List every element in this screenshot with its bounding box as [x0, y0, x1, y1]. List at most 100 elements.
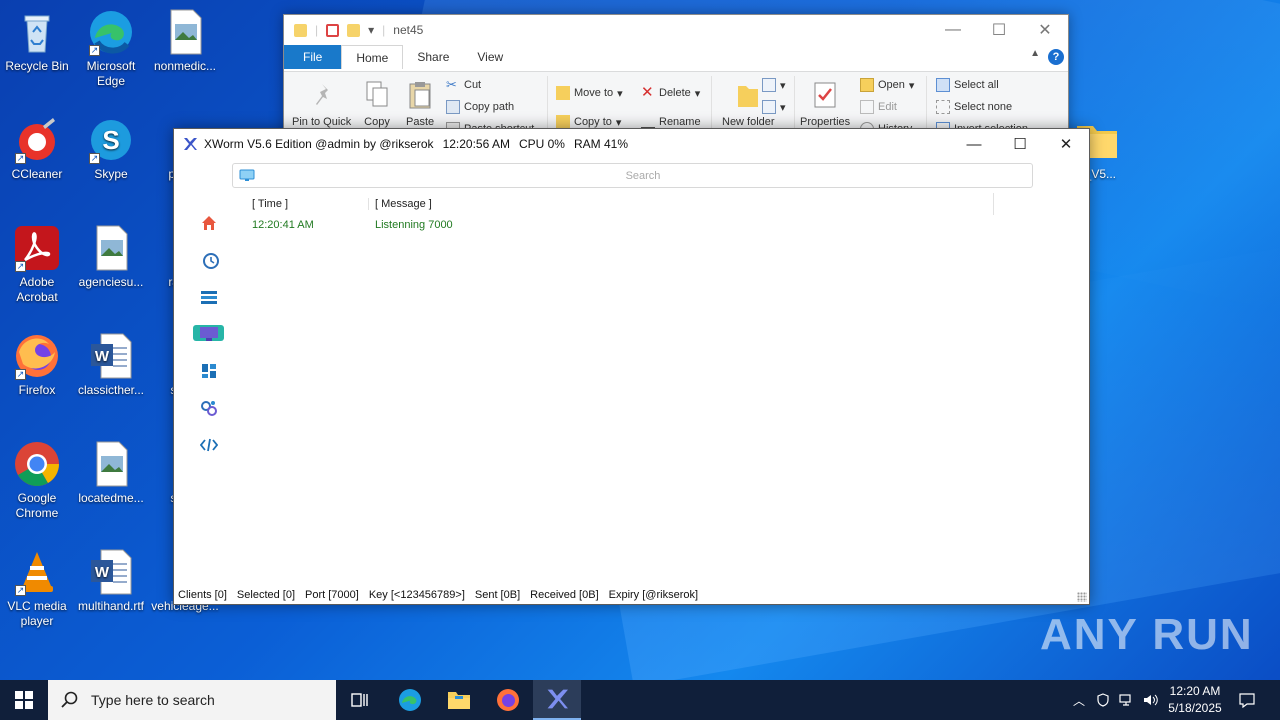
- monitor-icon: [200, 327, 218, 341]
- desktop-icon-recycle-bin[interactable]: Recycle Bin: [0, 8, 74, 74]
- show-hidden-icons[interactable]: ︿: [1068, 680, 1090, 720]
- notifications-button[interactable]: [1232, 680, 1262, 720]
- sidebar-home[interactable]: [199, 213, 219, 233]
- taskbar-search-input[interactable]: [91, 692, 321, 708]
- word-doc-icon: W: [87, 548, 135, 596]
- sidebar-list[interactable]: [199, 287, 219, 307]
- tab-file[interactable]: File: [284, 45, 342, 69]
- select-all-button[interactable]: Select all: [936, 78, 999, 92]
- taskbar-firefox[interactable]: [484, 680, 532, 720]
- properties-button[interactable]: Properties: [800, 80, 850, 128]
- desktop-icon-firefox[interactable]: ↗ Firefox: [0, 332, 74, 398]
- start-button[interactable]: [0, 680, 48, 720]
- svg-text:W: W: [95, 564, 110, 581]
- desktop-icon-ccleaner[interactable]: ↗ CCleaner: [0, 116, 74, 182]
- log-row[interactable]: 12:20:41 AM Listenning 7000: [246, 215, 996, 235]
- task-view-button[interactable]: [336, 680, 384, 720]
- clock-date: 5/18/2025: [1168, 701, 1222, 715]
- move-to-button[interactable]: Move to ▾: [556, 86, 623, 100]
- maximize-icon[interactable]: ☐: [997, 129, 1043, 159]
- copy-button[interactable]: Copy: [364, 80, 390, 128]
- sidebar-dashboard[interactable]: [199, 361, 219, 381]
- tab-home[interactable]: Home: [341, 45, 404, 69]
- sidebar-clients[interactable]: [201, 251, 221, 271]
- taskbar-clock[interactable]: 12:20 AM 5/18/2025: [1160, 683, 1230, 717]
- desktop-icon-vlc[interactable]: ↗ VLC media player: [0, 548, 74, 629]
- pin-to-quick-button[interactable]: Pin to Quick: [292, 80, 351, 128]
- icon-label: multihand.rtf: [77, 599, 145, 613]
- resize-grip[interactable]: [1077, 592, 1087, 602]
- edit-button[interactable]: Edit: [860, 100, 897, 114]
- dropdown-icon: ▾: [617, 87, 623, 100]
- tab-share[interactable]: Share: [403, 45, 463, 69]
- edge-icon: ↗: [87, 8, 135, 56]
- minimize-icon[interactable]: —: [951, 129, 997, 159]
- new-item-button[interactable]: ▾: [762, 78, 786, 92]
- desktop-icon-skype[interactable]: S ↗ Skype: [74, 116, 148, 182]
- sidebar-monitor[interactable]: [199, 324, 219, 344]
- dashboard-icon: [202, 364, 216, 378]
- qat-dropdown-icon[interactable]: ▾: [368, 23, 374, 37]
- copy-icon: [364, 80, 390, 110]
- dropdown-icon: ▾: [908, 79, 915, 92]
- icon-label: nonmedic...: [153, 59, 217, 73]
- desktop-icon-classicther[interactable]: W classicther...: [74, 332, 148, 398]
- collapse-ribbon-icon[interactable]: ▲: [1030, 48, 1040, 59]
- new-folder-icon[interactable]: [347, 23, 361, 37]
- taskbar-file-explorer[interactable]: [435, 680, 483, 720]
- desktop-icon-google-chrome[interactable]: Google Chrome: [0, 440, 74, 521]
- desktop-icon-adobe-acrobat[interactable]: ↗ Adobe Acrobat: [0, 224, 74, 305]
- xworm-window[interactable]: XWorm V5.6 Edition @admin by @rikserok 1…: [173, 128, 1090, 605]
- cut-button[interactable]: ✂ Cut: [446, 78, 481, 92]
- svg-text:S: S: [102, 125, 119, 155]
- minimize-icon[interactable]: —: [930, 15, 976, 45]
- desktop-icon-multihand[interactable]: W multihand.rtf: [74, 548, 148, 614]
- column-header-time[interactable]: [ Time ]: [246, 198, 369, 210]
- delete-button[interactable]: ✕ Delete ▾: [641, 84, 700, 101]
- properties-icon[interactable]: [326, 23, 340, 37]
- tray-security[interactable]: [1092, 680, 1114, 720]
- shield-icon: [1097, 693, 1109, 707]
- search-box[interactable]: [232, 163, 1033, 188]
- code-icon: [200, 438, 218, 452]
- desktop-icon-locatedme[interactable]: locatedme...: [74, 440, 148, 506]
- rename-button[interactable]: Rename: [641, 115, 701, 129]
- desktop-icon-microsoft-edge[interactable]: ↗ Microsoft Edge: [74, 8, 148, 89]
- list-icon: [201, 291, 217, 304]
- pin-icon: [309, 80, 335, 110]
- firefox-icon: ↗: [13, 332, 61, 380]
- folder-icon: [294, 23, 307, 37]
- chevron-up-icon: ︿: [1072, 693, 1085, 708]
- easy-access-button[interactable]: ▾: [762, 100, 786, 114]
- paste-button[interactable]: Paste: [406, 80, 434, 128]
- column-header-message[interactable]: [ Message ]: [369, 198, 432, 210]
- sidebar-builder[interactable]: [199, 398, 219, 418]
- delete-icon: ✕: [641, 84, 654, 101]
- sidebar-code[interactable]: [199, 435, 219, 455]
- desktop-icon-agenciesu[interactable]: agenciesu...: [74, 224, 148, 290]
- status-clients: Clients [0]: [178, 589, 227, 601]
- open-button[interactable]: Open ▾: [860, 78, 914, 92]
- help-icon[interactable]: ?: [1048, 49, 1064, 65]
- close-icon[interactable]: ✕: [1043, 129, 1089, 159]
- tray-volume[interactable]: [1140, 680, 1162, 720]
- desktop-icon-nonmedic[interactable]: nonmedic...: [148, 8, 222, 74]
- close-icon[interactable]: ✕: [1022, 15, 1068, 45]
- copy-path-button[interactable]: Copy path: [446, 100, 514, 114]
- scissors-icon: ✂: [446, 77, 457, 92]
- taskbar-xworm[interactable]: [533, 680, 581, 720]
- icon-label: locatedme...: [78, 491, 144, 505]
- taskbar-edge[interactable]: [386, 680, 434, 720]
- icon-label: agenciesu...: [78, 275, 144, 289]
- xworm-logo-icon: [547, 689, 568, 709]
- maximize-icon[interactable]: ☐: [976, 15, 1022, 45]
- tray-network[interactable]: [1116, 680, 1138, 720]
- icon-label: Adobe Acrobat: [16, 275, 58, 304]
- tab-view[interactable]: View: [463, 45, 517, 69]
- search-input[interactable]: [263, 166, 1023, 185]
- select-none-button[interactable]: Select none: [936, 100, 1012, 114]
- copy-to-button[interactable]: Copy to ▾: [556, 115, 621, 129]
- taskbar-search[interactable]: [48, 680, 336, 720]
- svg-text:W: W: [95, 348, 110, 365]
- clock-time: 12:20 AM: [1169, 684, 1221, 698]
